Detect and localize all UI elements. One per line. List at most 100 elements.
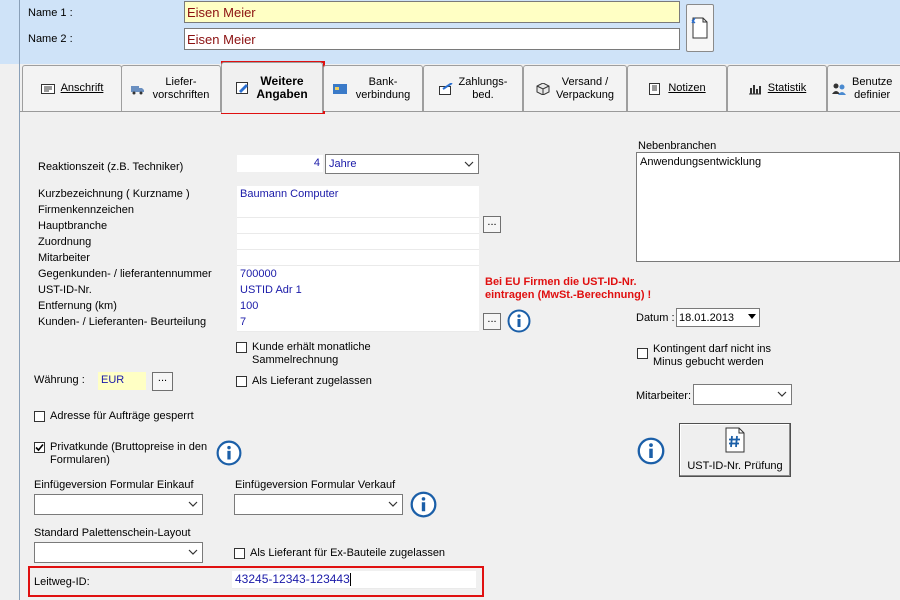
- tab-label: Anschrift: [60, 82, 104, 94]
- tab-label: Bank- verbindung: [355, 75, 411, 101]
- checkbox-box-checked[interactable]: [34, 442, 45, 453]
- sammelrechnung-label: Kunde erhält monatliche Sammelrechnung: [252, 341, 371, 366]
- firmenkenn-input[interactable]: [237, 202, 479, 218]
- adresse-gesperrt-checkbox[interactable]: Adresse für Aufträge gesperrt: [34, 410, 194, 423]
- checkbox-box[interactable]: [236, 376, 247, 387]
- lieferant-zugelassen-label: Als Lieferant zugelassen: [252, 375, 372, 387]
- truck-icon: [131, 85, 144, 94]
- info-icon[interactable]: [507, 309, 531, 333]
- hauptbranche-input[interactable]: [237, 218, 479, 234]
- info-icon[interactable]: [637, 437, 665, 465]
- nebenbranchen-value: Anwendungsentwicklung: [640, 156, 762, 168]
- einkauf-label: Einfügeversion Formular Einkauf: [34, 479, 194, 491]
- tab-label: Notizen: [668, 82, 706, 94]
- beurteilung-lookup-button[interactable]: ...: [483, 313, 501, 330]
- zuordnung-input[interactable]: [237, 234, 479, 250]
- datum-picker[interactable]: 18.01.2013: [676, 308, 760, 327]
- tab-statistik[interactable]: Statistik: [727, 65, 827, 111]
- privatkunde-label: Privatkunde (Bruttopreise in den Formula…: [50, 441, 208, 466]
- nebenbranchen-textarea[interactable]: Anwendungsentwicklung: [636, 152, 900, 262]
- verkauf-select[interactable]: [234, 494, 403, 515]
- checkbox-box[interactable]: [234, 548, 245, 559]
- leitweg-value: 43245-12343-123443: [235, 572, 350, 586]
- info-icon[interactable]: [216, 440, 242, 466]
- tab-zahlungsbed[interactable]: Zahlungs- bed.: [423, 65, 523, 111]
- name1-input[interactable]: Eisen Meier: [184, 1, 680, 23]
- kontingent-checkbox[interactable]: Kontingent darf nicht ins Minus gebucht …: [637, 343, 771, 369]
- bank-card-icon: [333, 83, 347, 94]
- text-cursor: [349, 573, 351, 587]
- eu-warning-line2: eintragen (MwSt.-Berechnung) !: [485, 289, 652, 301]
- reaktionszeit-unit-value: Jahre: [329, 158, 357, 170]
- tab-label: Liefer- vorschriften: [152, 75, 210, 101]
- exbauteile-checkbox[interactable]: Als Lieferant für Ex-Bauteile zugelassen: [234, 547, 445, 560]
- waehrung-input[interactable]: EUR: [98, 372, 146, 390]
- name2-label: Name 2 :: [28, 33, 73, 45]
- new-document-button[interactable]: [686, 4, 714, 52]
- gegenkunden-label: Gegenkunden- / lieferantennummer: [38, 268, 212, 280]
- dropdown-triangle-icon: [748, 314, 756, 319]
- mitarbeiter-input[interactable]: [237, 250, 479, 266]
- ust-pruefung-label: UST-ID-Nr. Prüfung: [687, 460, 783, 472]
- right-mitarbeiter-label: Mitarbeiter:: [636, 390, 692, 402]
- eu-warning-line1: Bei EU Firmen die UST-ID-Nr.: [485, 276, 637, 288]
- checkbox-box[interactable]: [34, 411, 45, 422]
- leitweg-input[interactable]: 43245-12343-123443: [232, 571, 476, 589]
- info-icon[interactable]: [410, 491, 437, 518]
- hauptbranche-label: Hauptbranche: [38, 220, 108, 232]
- chevron-down-icon: [188, 549, 198, 555]
- tab-weitere-angaben[interactable]: Weitere Angaben: [221, 62, 323, 113]
- privatkunde-checkbox[interactable]: Privatkunde (Bruttopreise in den Formula…: [34, 441, 207, 467]
- chevron-down-icon: [388, 501, 398, 507]
- hash-document-icon: [725, 427, 745, 453]
- chevron-down-icon: [188, 501, 198, 507]
- tab-anschrift[interactable]: Anschrift: [22, 65, 122, 111]
- paletten-select[interactable]: [34, 542, 203, 563]
- checkmark-icon: [35, 443, 44, 452]
- kurzbez-label: Kurzbezeichnung ( Kurzname ): [38, 188, 190, 200]
- firmenkenn-label: Firmenkennzeichen: [38, 204, 134, 216]
- lieferant-zugelassen-checkbox[interactable]: Als Lieferant zugelassen: [236, 375, 372, 388]
- tab-label: Weitere Angaben: [256, 74, 308, 101]
- tab-label: Versand / Verpackung: [555, 75, 615, 101]
- einkauf-select[interactable]: [34, 494, 203, 515]
- reaktionszeit-label: Reaktionszeit (z.B. Techniker): [38, 161, 184, 173]
- edit-form-icon: [236, 82, 249, 94]
- adresse-gesperrt-label: Adresse für Aufträge gesperrt: [50, 410, 194, 422]
- package-icon: [536, 82, 550, 95]
- reaktionszeit-unit-select[interactable]: Jahre: [325, 154, 479, 174]
- sammelrechnung-checkbox[interactable]: Kunde erhält monatliche Sammelrechnung: [236, 341, 371, 367]
- verkauf-label: Einfügeversion Formular Verkauf: [235, 479, 396, 491]
- tab-label: Zahlungs- bed.: [458, 75, 508, 101]
- entfernung-label: Entfernung (km): [38, 300, 117, 312]
- reaktionszeit-input[interactable]: 4: [237, 155, 323, 172]
- mitarbeiter-label: Mitarbeiter: [38, 252, 90, 264]
- tab-bankverbindung[interactable]: Bank- verbindung: [323, 65, 423, 111]
- datum-value: 18.01.2013: [679, 312, 735, 324]
- new-document-icon: [691, 17, 708, 39]
- tab-versand-verpackung[interactable]: Versand / Verpackung: [523, 65, 627, 111]
- hauptbranche-lookup-button[interactable]: ...: [483, 216, 501, 233]
- checkbox-box[interactable]: [637, 348, 648, 359]
- waehrung-lookup-button[interactable]: ...: [152, 372, 173, 391]
- chevron-down-icon: [464, 161, 474, 167]
- checkbox-box[interactable]: [236, 342, 247, 353]
- waehrung-label: Währung :: [34, 374, 85, 386]
- address-card-icon: [40, 83, 55, 94]
- name2-input[interactable]: Eisen Meier: [184, 28, 680, 50]
- beurteilung-input[interactable]: 7: [237, 314, 479, 332]
- paletten-label: Standard Palettenschein-Layout: [34, 527, 191, 539]
- leitweg-label: Leitweg-ID:: [34, 576, 90, 588]
- tab-benutzerdefiniert[interactable]: Benutze definier: [827, 65, 900, 111]
- ust-pruefung-button[interactable]: UST-ID-Nr. Prüfung: [679, 423, 791, 477]
- tab-label: Benutze definier: [852, 75, 893, 101]
- right-mitarbeiter-select[interactable]: [693, 384, 792, 405]
- notes-icon: [649, 82, 661, 95]
- tab-liefervorschriften[interactable]: Liefer- vorschriften: [121, 65, 221, 111]
- tab-notizen[interactable]: Notizen: [627, 65, 727, 111]
- tab-label: Statistik: [767, 82, 807, 94]
- kontingent-label: Kontingent darf nicht ins Minus gebucht …: [653, 343, 772, 368]
- users-icon: [832, 83, 846, 95]
- ustid-label: UST-ID-Nr.: [38, 284, 92, 296]
- zuordnung-label: Zuordnung: [38, 236, 92, 248]
